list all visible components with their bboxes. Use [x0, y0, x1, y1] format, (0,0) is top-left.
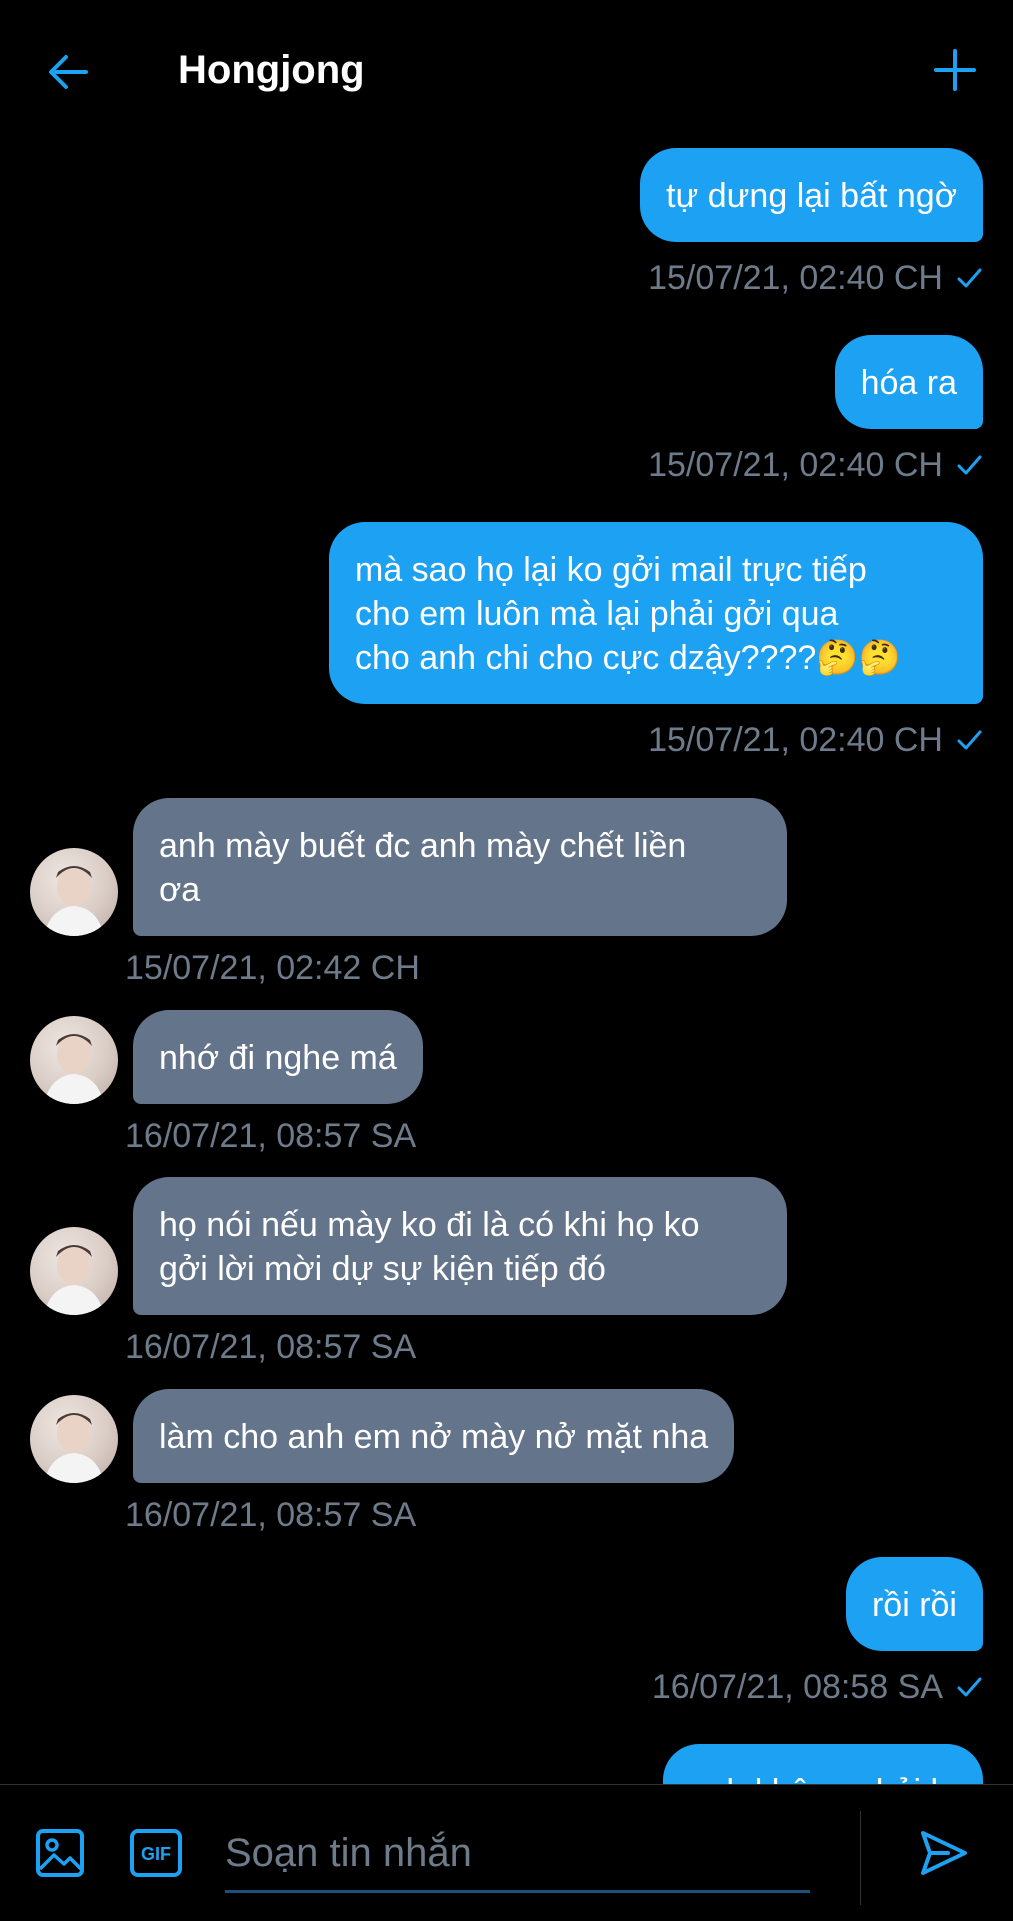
gif-icon: GIF: [130, 1829, 182, 1877]
check-icon: [957, 730, 982, 750]
back-button[interactable]: [40, 44, 96, 100]
message-timestamp: 16/07/21, 08:57 SA: [125, 1117, 417, 1155]
message-bubble[interactable]: làm cho anh em nở mày nở mặt nha: [133, 1389, 735, 1483]
timestamp-text: 16/07/21, 08:58 SA: [651, 1668, 943, 1706]
send-icon: [921, 1831, 967, 1875]
message-bubble[interactable]: anh không phải lo: [662, 1744, 983, 1784]
check-icon: [957, 455, 982, 475]
timestamp-text: 15/07/21, 02:40 CH: [648, 446, 943, 484]
message-list[interactable]: tự dưng lại bất ngờ 15/07/21, 02:40 CH h…: [0, 140, 1013, 1784]
message-timestamp: 15/07/21, 02:42 CH: [125, 949, 420, 987]
message-bubble[interactable]: anh mày buết đc anh mày chết liền ơa: [133, 798, 787, 936]
avatar[interactable]: [30, 848, 118, 936]
message-bubble[interactable]: hóa ra: [834, 335, 983, 429]
message-bubble[interactable]: nhớ đi nghe má: [133, 1010, 423, 1104]
message-timestamp: 16/07/21, 08:57 SA: [125, 1496, 417, 1534]
conversation-title[interactable]: Hongjong: [178, 44, 365, 96]
timestamp-text: 15/07/21, 02:40 CH: [648, 259, 943, 297]
plus-icon: [934, 49, 976, 91]
message-timestamp: 16/07/21, 08:57 SA: [125, 1328, 417, 1366]
avatar-photo: [44, 866, 104, 936]
avatar[interactable]: [30, 1395, 118, 1483]
message-bubble[interactable]: rồi rồi: [845, 1557, 983, 1651]
avatar-photo: [44, 1034, 104, 1104]
divider: [860, 1811, 861, 1905]
message-timestamp: 15/07/21, 02:40 CH: [648, 720, 983, 760]
add-button[interactable]: [927, 42, 983, 98]
image-icon: [36, 1829, 84, 1877]
avatar[interactable]: [30, 1016, 118, 1104]
compose-input[interactable]: Soạn tin nhắn: [225, 1813, 810, 1893]
gif-button[interactable]: GIF: [128, 1825, 184, 1881]
avatar[interactable]: [30, 1227, 118, 1315]
send-button[interactable]: [916, 1825, 972, 1881]
message-bubble[interactable]: tự dưng lại bất ngờ: [640, 148, 983, 242]
conversation-header: Hongjong: [0, 0, 1013, 140]
message-timestamp: 15/07/21, 02:40 CH: [648, 445, 983, 485]
message-timestamp: 15/07/21, 02:40 CH: [648, 258, 983, 298]
message-bubble[interactable]: mà sao họ lại ko gởi mail trực tiếp cho …: [329, 522, 983, 704]
message-bubble[interactable]: họ nói nếu mày ko đi là có khi họ ko gởi…: [133, 1177, 787, 1315]
timestamp-text: 15/07/21, 02:40 CH: [648, 721, 943, 759]
avatar-photo: [44, 1413, 104, 1483]
arrow-left-icon: [49, 55, 88, 89]
message-timestamp: 16/07/21, 08:58 SA: [652, 1667, 983, 1707]
check-icon: [957, 1677, 982, 1697]
avatar-photo: [44, 1245, 104, 1315]
check-icon: [957, 268, 982, 288]
image-button[interactable]: [32, 1825, 88, 1881]
composer-bar: GIF Soạn tin nhắn: [0, 1784, 1013, 1921]
gif-label: GIF: [141, 1844, 171, 1864]
